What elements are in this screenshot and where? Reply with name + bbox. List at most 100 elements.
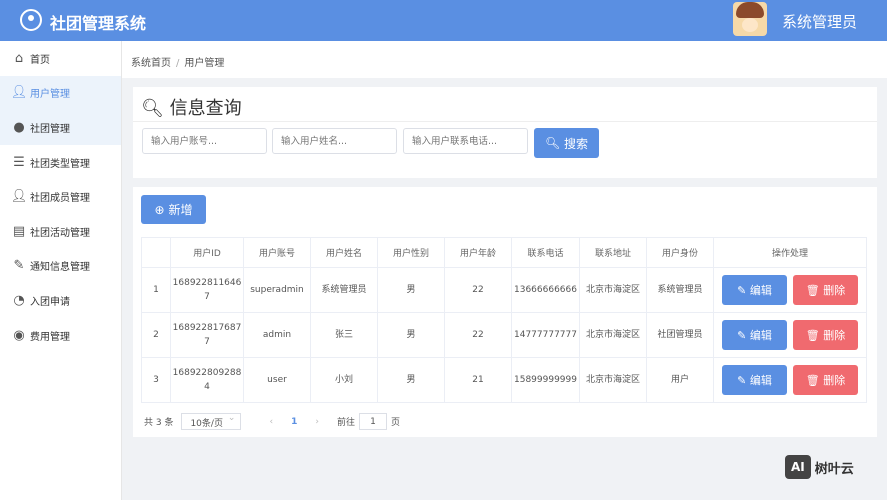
prev-page-button[interactable]: ‹: [269, 417, 273, 427]
app-title: 社团管理系统: [50, 14, 147, 33]
cell-name: 系统管理员: [310, 267, 378, 313]
column-header: 联系电话: [511, 237, 580, 268]
cell-name: 小刘: [310, 357, 378, 403]
column-header: 用户姓名: [310, 237, 378, 268]
cell-phone: 15899999999: [511, 357, 580, 403]
sidebar-item-notices[interactable]: ✎ 通知信息管理: [0, 249, 121, 284]
column-header: 用户年龄: [444, 237, 512, 268]
column-header: 用户ID: [170, 237, 244, 268]
cell-actions: ✎ 编辑 🗑︎ 删除: [713, 267, 867, 313]
delete-button[interactable]: 🗑︎ 删除: [793, 365, 858, 395]
sidebar-item-label: 费用管理: [30, 331, 70, 343]
delete-button[interactable]: 🗑︎ 删除: [793, 320, 858, 350]
trash-icon: 🗑︎: [805, 283, 820, 297]
sidebar-item-home[interactable]: ⌂ 首页: [0, 41, 121, 76]
cell-role: 系统管理员: [646, 267, 714, 313]
add-button[interactable]: ⊕ 新增: [141, 195, 206, 224]
sidebar-item-label: 入团申请: [30, 296, 70, 308]
cell-actions: ✎ 编辑 🗑︎ 删除: [713, 357, 867, 403]
trash-icon: 🗑︎: [805, 373, 820, 387]
sidebar-item-users[interactable]: 👤︎ 用户管理: [0, 75, 121, 111]
column-header: 联系地址: [579, 237, 647, 268]
table-row: 1 1689228116467 superadmin 系统管理员男 22 13666666…: [141, 267, 867, 313]
delete-label: 删除: [823, 329, 846, 342]
apply-icon: ◔: [13, 292, 25, 308]
cell-phone: 14777777777: [511, 312, 580, 358]
user-name[interactable]: 系统管理员: [782, 11, 857, 32]
edit-icon: ✎: [737, 328, 747, 342]
drop-icon: ●: [13, 119, 25, 135]
page-number[interactable]: 1: [291, 417, 297, 427]
page-size-select[interactable]: 10条/页: [181, 413, 242, 430]
search-button[interactable]: 🔍︎ 搜索: [534, 128, 599, 158]
goto-label: 前往: [336, 418, 355, 428]
watermark: AI 树叶云: [785, 455, 854, 479]
search-title-text: 信息查询: [169, 98, 242, 119]
sidebar-item-club-types[interactable]: ☰ 社团类型管理: [0, 145, 121, 180]
delete-button[interactable]: 🗑︎ 删除: [793, 275, 858, 305]
sidebar-item-label: 用户管理: [30, 89, 70, 101]
edit-note-icon: ✎: [13, 258, 25, 274]
column-header: 用户性别: [377, 237, 445, 268]
cell-gender: 男: [377, 312, 445, 358]
sidebar-item-fees[interactable]: ◉ 费用管理: [0, 318, 121, 353]
breadcrumb-home[interactable]: 系统首页: [131, 58, 171, 69]
edit-button[interactable]: ✎ 编辑: [722, 320, 787, 350]
fee-icon: ◉: [13, 327, 25, 343]
avatar[interactable]: [733, 2, 767, 36]
sidebar-item-clubs[interactable]: ● 社团管理: [0, 110, 121, 145]
cell-phone: 13666666666: [511, 267, 580, 313]
add-button-label: 新增: [168, 203, 193, 217]
cell-idx: 1: [141, 267, 171, 313]
name-input[interactable]: [272, 128, 397, 154]
sidebar-item-members[interactable]: 👤︎ 社团成员管理: [0, 179, 121, 214]
list-icon: ☰: [13, 154, 25, 170]
cell-name: 张三: [310, 312, 378, 358]
column-header: 操作处理: [713, 237, 867, 268]
cell-role: 用户: [646, 357, 714, 403]
cell-account: admin: [243, 312, 311, 358]
edit-icon: ✎: [737, 283, 747, 297]
sidebar: ⌂ 首页 👤︎ 用户管理 ● 社团管理 ☰ 社团类型管理 👤︎ 社团成员管理 ▤ 社团活动管…: [0, 41, 122, 500]
delete-label: 删除: [823, 374, 846, 387]
breadcrumb: 系统首页 / 用户管理: [122, 41, 887, 78]
cell-age: 22: [444, 312, 512, 358]
cell-account: superadmin: [243, 267, 311, 313]
home-icon: ⌂: [14, 50, 24, 66]
sidebar-item-label: 社团活动管理: [30, 227, 90, 239]
add-icon: ⊕: [154, 202, 165, 217]
column-header: 用户账号: [243, 237, 311, 268]
column-header: [141, 237, 171, 268]
sidebar-item-label: 社团成员管理: [30, 193, 90, 205]
edit-button[interactable]: ✎ 编辑: [722, 365, 787, 395]
account-input[interactable]: [142, 128, 267, 154]
edit-label: 编辑: [749, 284, 772, 297]
next-page-button[interactable]: ›: [315, 417, 319, 427]
total-count: 共 3 条: [144, 418, 174, 428]
phone-input[interactable]: [403, 128, 528, 154]
cell-address: 北京市海淀区: [579, 357, 647, 403]
cell-idx: 2: [141, 312, 171, 358]
watermark-brand: 树叶云: [814, 461, 854, 477]
search-panel: 🔍︎ 信息查询 🔍︎ 搜索: [133, 87, 877, 178]
cell-gender: 男: [377, 357, 445, 403]
table-header: 用户ID 用户账号 用户姓名 用户性别 用户年龄 联系电话 联系地址 用户身份 …: [141, 237, 867, 268]
logo-icon: [20, 9, 42, 31]
search-icon: 🔍︎: [141, 98, 164, 119]
sidebar-item-applications[interactable]: ◔ 入团申请: [0, 283, 121, 318]
edit-button[interactable]: ✎ 编辑: [722, 275, 787, 305]
breadcrumb-separator: /: [176, 58, 180, 69]
user-list-panel: ⊕ 新增 用户ID 用户账号 用户姓名 用户性别 用户年龄 联系电话 联系地址 …: [133, 187, 877, 437]
cell-idx: 3: [141, 357, 171, 403]
goto-page-input[interactable]: 1: [358, 413, 387, 430]
watermark-ai: AI: [785, 455, 811, 479]
column-header: 用户身份: [646, 237, 714, 268]
table-row: 3 1689228092884 user 小刘男 21 15899999999 北京市海淀区…: [141, 357, 867, 403]
edit-icon: ✎: [737, 373, 747, 387]
sidebar-item-activities[interactable]: ▤ 社团活动管理: [0, 214, 121, 249]
user-table: 用户ID 用户账号 用户姓名 用户性别 用户年龄 联系电话 联系地址 用户身份 …: [141, 237, 867, 403]
edit-label: 编辑: [749, 329, 772, 342]
cell-gender: 男: [377, 267, 445, 313]
cell-age: 22: [444, 267, 512, 313]
cell-id: 1689228092884: [170, 357, 244, 403]
